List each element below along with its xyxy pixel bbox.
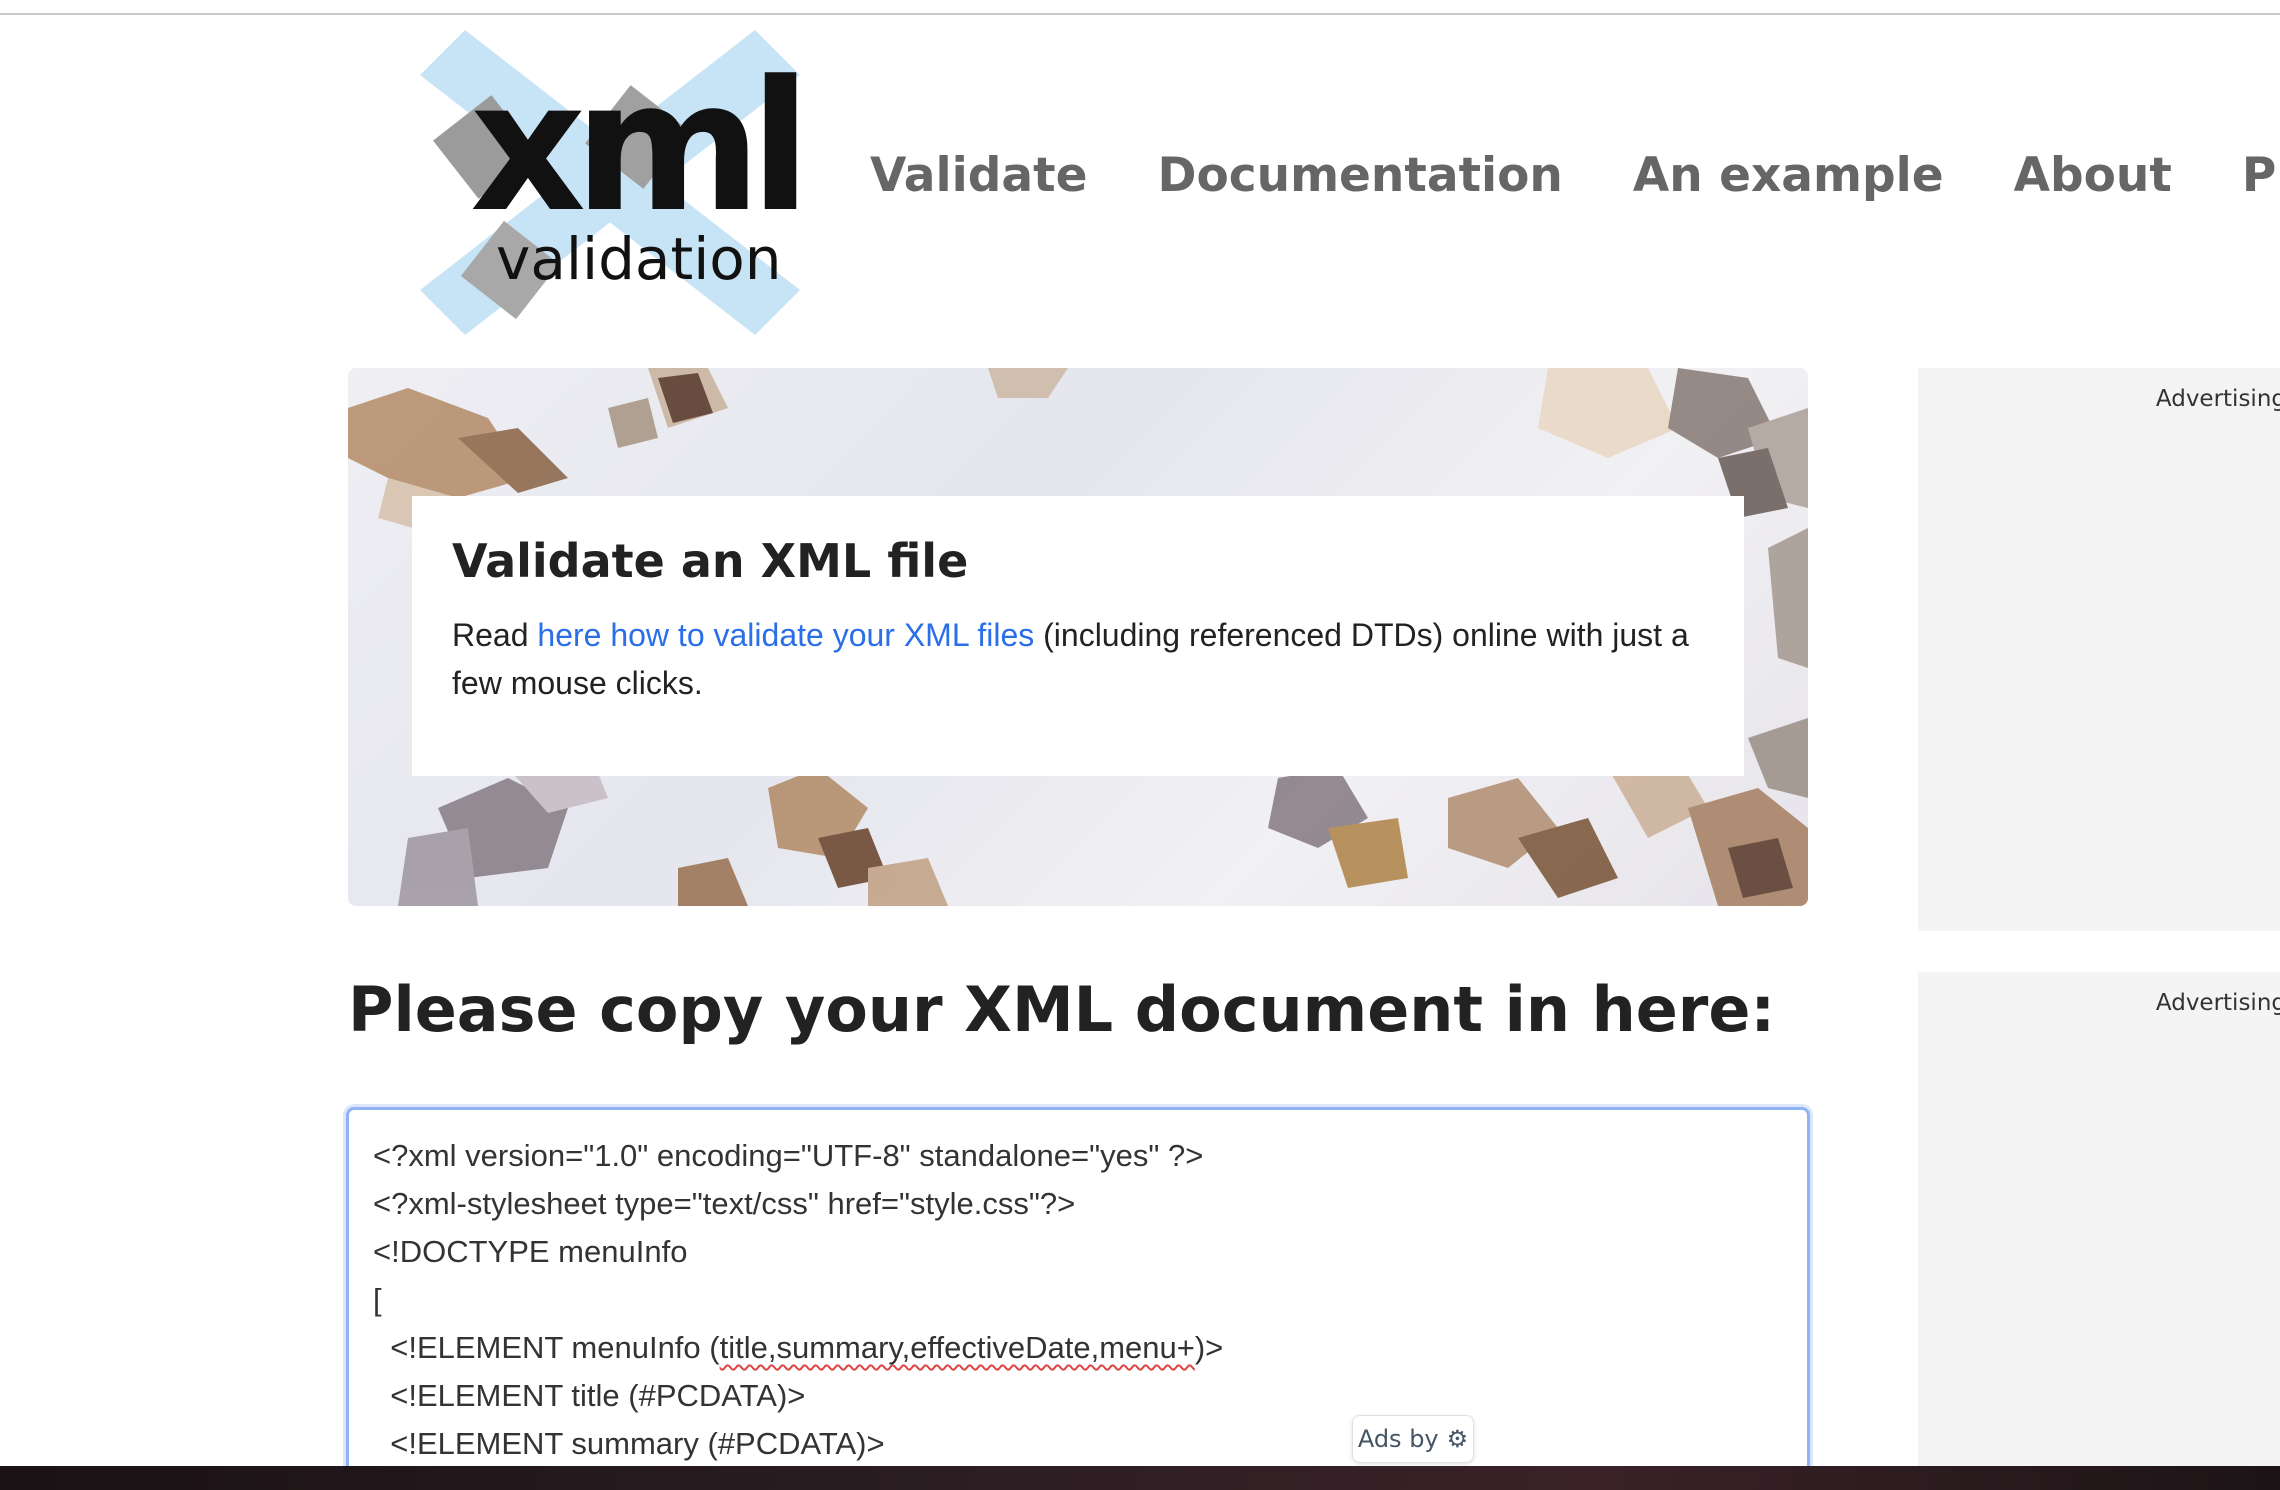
- page: xml validation Validate Documentation An…: [0, 0, 2280, 1490]
- hero-banner: Validate an XML file Read here how to va…: [348, 368, 1808, 906]
- ad-label: Advertising: [2155, 990, 2280, 1016]
- hero-howto-link[interactable]: here how to validate your XML files: [537, 617, 1034, 653]
- os-dock-strip: [0, 1466, 2280, 1490]
- logo-subtitle: validation: [496, 225, 782, 293]
- xml-line: <?xml version="1.0" encoding="UTF-8" sta…: [373, 1138, 1204, 1173]
- nav-an-example[interactable]: An example: [1633, 148, 1944, 218]
- hero-text-before: Read: [452, 617, 538, 654]
- main-nav: Validate Documentation An example About …: [870, 148, 2280, 218]
- xml-line: [: [373, 1282, 382, 1317]
- xml-line: <!DOCTYPE menuInfo: [373, 1234, 688, 1269]
- ads-badge-label: Ads by: [1357, 1425, 1439, 1453]
- logo-wordmark: xml: [470, 43, 811, 252]
- nav-documentation[interactable]: Documentation: [1157, 148, 1562, 218]
- ads-info-icon[interactable]: ⚙: [1447, 1425, 1469, 1453]
- nav-validate[interactable]: Validate: [870, 148, 1087, 218]
- xml-line: <?xml-stylesheet type="text/css" href="s…: [373, 1186, 1076, 1221]
- nav-about[interactable]: About: [2014, 148, 2172, 218]
- hero-card: Validate an XML file Read here how to va…: [412, 496, 1744, 776]
- site-logo[interactable]: xml validation: [380, 20, 811, 340]
- hero-title: Validate an XML file: [452, 534, 969, 588]
- xml-document-textarea[interactable]: <?xml version="1.0" encoding="UTF-8" sta…: [346, 1107, 1810, 1490]
- hero-description: Read here how to validate your XML files…: [452, 611, 1704, 707]
- xml-line: <!ELEMENT title (#PCDATA)>: [373, 1378, 806, 1413]
- browser-top-rule: [0, 0, 2280, 15]
- xml-line: <!ELEMENT summary (#PCDATA)>: [373, 1426, 885, 1461]
- input-heading: Please copy your XML document in here:: [348, 973, 1776, 1046]
- nav-privacy[interactable]: Privacy: [2242, 148, 2280, 218]
- ads-by-badge[interactable]: Ads by ⚙: [1352, 1415, 1474, 1463]
- spellcheck-underline: title,summary,effectiveDate,menu+: [719, 1330, 1195, 1365]
- ad-slot-top[interactable]: Advertising: [1918, 368, 2280, 931]
- xml-line-spellcheck: <!ELEMENT menuInfo (title,summary,effect…: [373, 1330, 1224, 1365]
- ad-label: Advertising: [2155, 386, 2280, 412]
- ad-slot-bottom[interactable]: Advertising: [1918, 972, 2280, 1490]
